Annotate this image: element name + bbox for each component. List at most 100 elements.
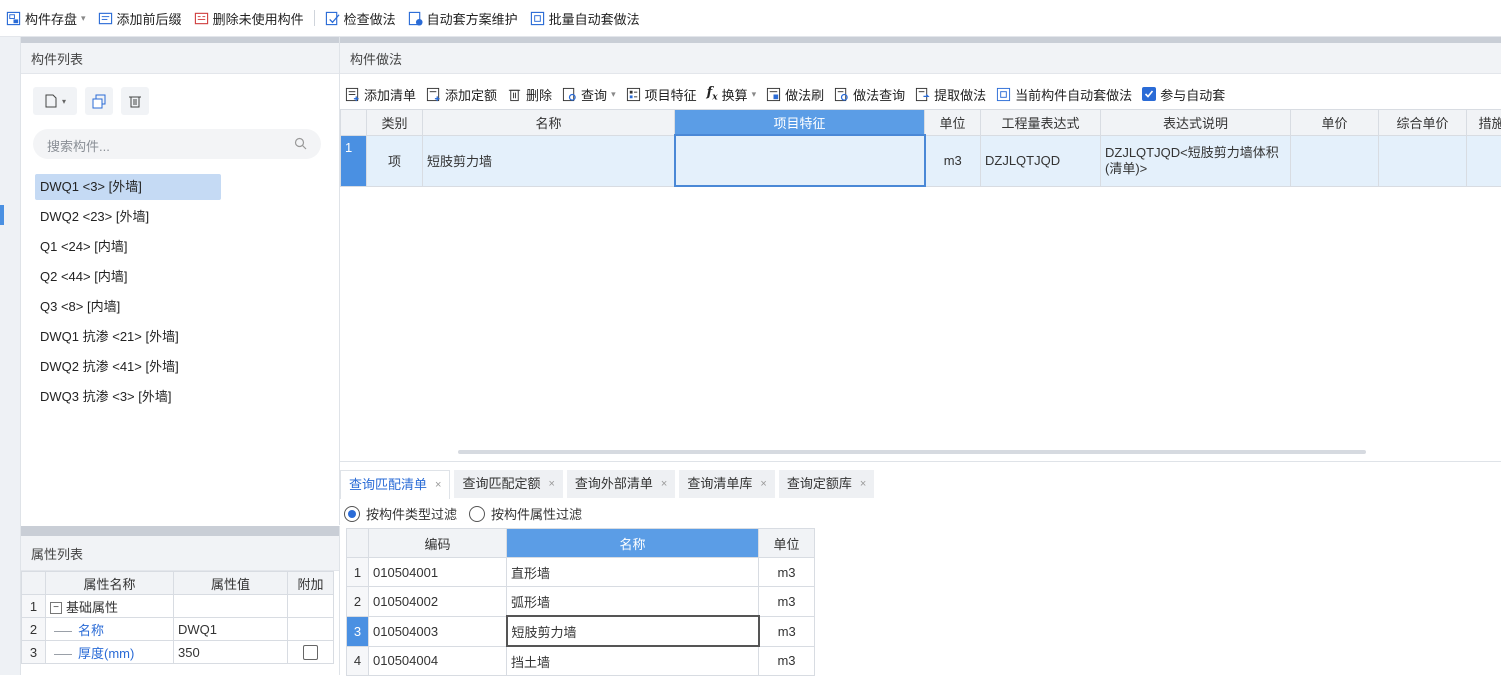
unit-cell[interactable]: m3 bbox=[759, 646, 815, 676]
component-item[interactable]: Q2 <44> [内墙] bbox=[35, 264, 132, 290]
participate-auto-checkbox[interactable]: 参与自动套 bbox=[1137, 85, 1230, 104]
expression-desc-cell[interactable]: DZJLQTJQD<短肢剪力墙体积(清单)> bbox=[1101, 135, 1291, 186]
tab-query-match-quota[interactable]: 查询匹配定额× bbox=[454, 470, 562, 498]
component-item[interactable]: DWQ1 抗渗 <21> [外墙] bbox=[35, 324, 184, 350]
new-component-button[interactable]: ▾ bbox=[33, 87, 77, 115]
table-row[interactable]: 1 项 短肢剪力墙 m3 DZJLQTJQD DZJLQTJQD<短肢剪力墙体积… bbox=[341, 135, 1501, 186]
method-brush-button[interactable]: 做法刷 bbox=[761, 85, 829, 104]
component-item[interactable]: DWQ2 <23> [外墙] bbox=[35, 204, 154, 230]
item-feature-button[interactable]: 项目特征 bbox=[621, 85, 702, 104]
unit-cell[interactable]: m3 bbox=[759, 616, 815, 646]
search-icon[interactable] bbox=[294, 137, 307, 150]
component-search-input[interactable]: 搜索构件... bbox=[33, 129, 321, 159]
table-row[interactable]: 2 名称 DWQ1 bbox=[22, 618, 334, 641]
property-value-cell[interactable]: 350 bbox=[174, 641, 288, 664]
table-row-selected[interactable]: 3 010504003 短肢剪力墙 m3 bbox=[347, 616, 815, 646]
collapse-icon[interactable]: − bbox=[50, 602, 62, 614]
left-dock-strip[interactable] bbox=[0, 37, 21, 675]
tab-query-match-list[interactable]: 查询匹配清单× bbox=[340, 470, 450, 499]
close-icon[interactable]: × bbox=[760, 470, 766, 498]
save-component-button[interactable]: 构件存盘 ▾ bbox=[0, 4, 92, 32]
code-cell[interactable]: 010504001 bbox=[369, 558, 507, 587]
filter-by-type-radio[interactable] bbox=[344, 506, 360, 522]
column-header[interactable]: 单位 bbox=[759, 529, 815, 558]
close-icon[interactable]: × bbox=[435, 471, 441, 499]
close-icon[interactable]: × bbox=[548, 470, 554, 498]
unit-cell[interactable]: m3 bbox=[925, 135, 981, 186]
auto-scheme-button[interactable]: 自动套方案维护 bbox=[402, 4, 524, 32]
column-header[interactable]: 类别 bbox=[367, 110, 423, 136]
column-header[interactable]: 名称 bbox=[423, 110, 675, 136]
table-row[interactable]: 1 −基础属性 bbox=[22, 595, 334, 618]
filter-by-attribute-label[interactable]: 按构件属性过滤 bbox=[491, 504, 582, 523]
column-header[interactable]: 附加 bbox=[288, 572, 334, 595]
chevron-down-icon[interactable]: ▾ bbox=[611, 89, 616, 100]
chevron-down-icon[interactable]: ▾ bbox=[752, 89, 757, 100]
column-header-active[interactable]: 项目特征 bbox=[675, 110, 925, 136]
table-row[interactable]: 3 厚度(mm) 350 bbox=[22, 641, 334, 664]
name-cell[interactable]: 短肢剪力墙 bbox=[507, 616, 759, 646]
chevron-down-icon[interactable]: ▾ bbox=[62, 97, 66, 106]
delete-unused-button[interactable]: 删除未使用构件 bbox=[188, 4, 310, 32]
extra-checkbox[interactable] bbox=[303, 645, 318, 660]
unit-cell[interactable]: m3 bbox=[759, 587, 815, 617]
copy-component-button[interactable] bbox=[85, 87, 113, 115]
column-header[interactable]: 属性名称 bbox=[46, 572, 174, 595]
close-icon[interactable]: × bbox=[860, 470, 866, 498]
code-cell[interactable]: 010504002 bbox=[369, 587, 507, 617]
name-cell[interactable]: 弧形墙 bbox=[507, 587, 759, 617]
delete-button[interactable]: 删除 bbox=[502, 85, 557, 104]
code-cell[interactable]: 010504004 bbox=[369, 646, 507, 676]
category-cell[interactable]: 项 bbox=[367, 135, 423, 186]
chevron-down-icon[interactable]: ▾ bbox=[81, 13, 86, 24]
column-header[interactable]: 综合单价 bbox=[1379, 110, 1467, 136]
column-header[interactable]: 单位 bbox=[925, 110, 981, 136]
tab-query-list-library[interactable]: 查询清单库× bbox=[679, 470, 774, 498]
filter-by-type-label[interactable]: 按构件类型过滤 bbox=[366, 504, 457, 523]
filter-by-attribute-radio[interactable] bbox=[469, 506, 485, 522]
name-cell[interactable]: 直形墙 bbox=[507, 558, 759, 587]
column-header[interactable]: 表达式说明 bbox=[1101, 110, 1291, 136]
check-method-button[interactable]: 检查做法 bbox=[319, 4, 402, 32]
unit-cell[interactable]: m3 bbox=[759, 558, 815, 587]
close-icon[interactable]: × bbox=[661, 470, 667, 498]
total-price-cell[interactable] bbox=[1379, 135, 1467, 186]
row-number[interactable]: 1 bbox=[341, 135, 367, 186]
batch-auto-button[interactable]: 批量自动套做法 bbox=[524, 4, 646, 32]
column-header[interactable]: 措施 bbox=[1467, 110, 1501, 136]
add-quota-button[interactable]: 添加定额 bbox=[421, 85, 502, 104]
delete-component-button[interactable] bbox=[121, 87, 149, 115]
extract-method-button[interactable]: 提取做法 bbox=[910, 85, 991, 104]
convert-button[interactable]: fx 换算 ▾ bbox=[702, 85, 762, 104]
component-item[interactable]: Q1 <24> [内墙] bbox=[35, 234, 132, 260]
tab-query-quota-library[interactable]: 查询定额库× bbox=[779, 470, 874, 498]
column-header[interactable]: 工程量表达式 bbox=[981, 110, 1101, 136]
table-row[interactable]: 4 010504004 挡土墙 m3 bbox=[347, 646, 815, 676]
table-row[interactable]: 1 010504001 直形墙 m3 bbox=[347, 558, 815, 587]
measure-cell[interactable] bbox=[1467, 135, 1501, 186]
horizontal-scrollbar[interactable] bbox=[458, 450, 1366, 454]
query-button[interactable]: 查询 ▾ bbox=[557, 85, 621, 104]
code-cell[interactable]: 010504003 bbox=[369, 616, 507, 646]
auto-apply-button[interactable]: 当前构件自动套做法 bbox=[991, 85, 1137, 104]
column-header-active[interactable]: 名称 bbox=[507, 529, 759, 558]
component-item[interactable]: DWQ2 抗渗 <41> [外墙] bbox=[35, 354, 184, 380]
column-header[interactable]: 编码 bbox=[369, 529, 507, 558]
component-item[interactable]: DWQ1 <3> [外墙] bbox=[35, 174, 221, 200]
property-value-cell[interactable]: DWQ1 bbox=[174, 618, 288, 641]
column-header[interactable]: 属性值 bbox=[174, 572, 288, 595]
component-item[interactable]: DWQ3 抗渗 <3> [外墙] bbox=[35, 384, 176, 410]
name-cell[interactable]: 挡土墙 bbox=[507, 646, 759, 676]
column-header[interactable]: 单价 bbox=[1291, 110, 1379, 136]
name-cell[interactable]: 短肢剪力墙 bbox=[423, 135, 675, 186]
price-cell[interactable] bbox=[1291, 135, 1379, 186]
method-query-button[interactable]: 做法查询 bbox=[829, 85, 910, 104]
tab-query-external-list[interactable]: 查询外部清单× bbox=[567, 470, 675, 498]
component-item[interactable]: Q3 <8> [内墙] bbox=[35, 294, 125, 320]
expression-cell[interactable]: DZJLQTJQD bbox=[981, 135, 1101, 186]
add-list-button[interactable]: 添加清单 bbox=[340, 85, 421, 104]
table-row[interactable]: 2 010504002 弧形墙 m3 bbox=[347, 587, 815, 617]
feature-cell[interactable] bbox=[675, 135, 925, 186]
property-value-cell[interactable] bbox=[174, 595, 288, 618]
add-prefix-button[interactable]: 添加前后缀 bbox=[92, 4, 188, 32]
